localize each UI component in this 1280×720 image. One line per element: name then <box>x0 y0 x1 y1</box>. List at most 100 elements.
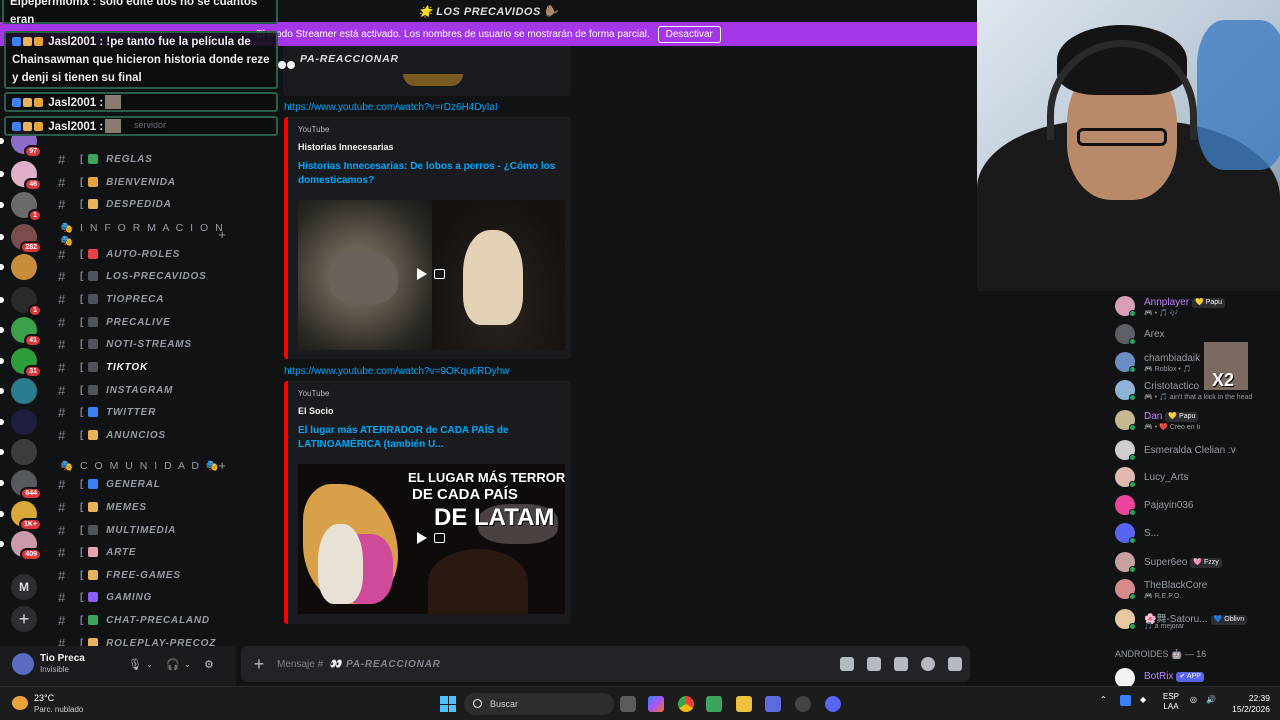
server-icon[interactable]: 1K+ <box>11 501 42 531</box>
member-item[interactable]: Lucy_Arts <box>1115 464 1280 490</box>
channel-item[interactable]: # [LOS-PRECAVIDOS <box>58 266 233 286</box>
obs-icon[interactable] <box>795 696 811 712</box>
defender-icon[interactable]: ◆ <box>1140 695 1146 704</box>
channel-item[interactable]: # [TWITTER <box>58 402 233 422</box>
member-item[interactable]: Esmeralda Clelian :v <box>1115 437 1280 463</box>
minecraft-icon[interactable] <box>706 696 722 712</box>
channel-label: REGLAS <box>106 153 153 165</box>
category-header[interactable]: 🎭 C O M U N I D A D 🎭 + <box>60 457 230 473</box>
add-attachment-button[interactable]: + <box>241 654 277 675</box>
server-icon[interactable]: M <box>11 574 37 600</box>
server-icon[interactable]: 46 <box>11 161 42 191</box>
user-name[interactable]: Tio Preca <box>40 653 85 664</box>
channel-item[interactable]: # [DESPEDIDA <box>58 194 233 214</box>
volume-icon[interactable]: 🔊 <box>1206 695 1216 704</box>
server-icon[interactable]: 1 <box>11 192 42 222</box>
channel-item[interactable]: # [TIOPRECA <box>58 289 233 309</box>
sticker-icon[interactable] <box>894 657 908 671</box>
tray-app-icon[interactable] <box>1120 695 1131 706</box>
channel-item[interactable]: # [ARTE <box>58 542 233 562</box>
member-item[interactable]: 🌸舞-Satoru... 💙 Oblivn 🎵 a mejorar <box>1115 606 1280 632</box>
unread-badge: 1K+ <box>18 518 42 531</box>
member-item[interactable]: Dan 💛 Papu 🎮 • ❤️ Creo en ti <box>1115 407 1280 433</box>
server-icon[interactable] <box>11 254 37 280</box>
channel-item[interactable]: # [FREE-GAMES <box>58 565 233 585</box>
search-box[interactable]: Buscar <box>464 693 614 715</box>
avatar[interactable] <box>12 653 34 675</box>
channel-item[interactable]: # [MEMES <box>58 497 233 517</box>
server-icon[interactable] <box>11 378 37 404</box>
server-icon[interactable]: 409 <box>11 531 42 561</box>
file-explorer-icon[interactable] <box>736 696 752 712</box>
add-channel-icon[interactable]: + <box>218 458 226 473</box>
gif-icon[interactable] <box>867 657 881 671</box>
channel-item[interactable]: # [GAMING <box>58 587 233 607</box>
server-icon[interactable]: 644 <box>11 470 42 500</box>
channel-item[interactable]: # [PRECALIVE <box>58 312 233 332</box>
member-item[interactable]: TheBlackCore 🎮 R.E.P.O. <box>1115 576 1280 602</box>
play-icon[interactable] <box>417 532 427 544</box>
member-item[interactable]: Pajayin036 <box>1115 492 1280 518</box>
hash-icon: # <box>58 268 67 284</box>
add-channel-icon[interactable]: + <box>218 227 226 242</box>
message-composer[interactable]: + Mensaje # 👀 PA-REACCIONAR <box>241 646 970 682</box>
task-view-icon[interactable] <box>620 696 636 712</box>
message-link[interactable]: https://www.youtube.com/watch?v=rDz6H4Dy… <box>284 102 498 113</box>
server-icon[interactable]: 282 <box>11 224 42 254</box>
play-icon[interactable] <box>417 268 427 280</box>
member-item[interactable]: Arex <box>1115 321 1280 347</box>
channel-item[interactable]: # [BIENVENIDA <box>58 172 233 192</box>
composer-placeholder: Mensaje # 👀 PA-REACCIONAR <box>277 659 441 670</box>
category-header[interactable]: 🎭 I N F O R M A C I O N 🎭 + <box>60 222 230 247</box>
chevron-up-icon[interactable]: ⌃ <box>1100 695 1107 704</box>
headphones-icon[interactable]: 🎧 <box>166 658 180 671</box>
server-icon[interactable]: 41 <box>11 317 42 347</box>
server-icon[interactable]: 31 <box>11 348 42 378</box>
embed-title[interactable]: El lugar más ATERRADOR de CADA PAÍS de L… <box>298 424 558 452</box>
server-icon[interactable] <box>11 409 37 435</box>
channel-item[interactable]: # [ROLEPLAY-PRECOZ <box>58 633 233 646</box>
message-link[interactable]: https://www.youtube.com/watch?v=9OKqu6RD… <box>284 366 509 377</box>
channel-item[interactable]: # [ANUNCIOS <box>58 425 233 445</box>
member-item[interactable]: S... <box>1115 520 1280 546</box>
windows-start-icon[interactable] <box>440 696 456 712</box>
channel-item[interactable]: # [INSTAGRAM <box>58 380 233 400</box>
channel-item[interactable]: # [AUTO-ROLES <box>58 244 233 264</box>
channel-item[interactable]: # [MULTIMEDIA <box>58 520 233 540</box>
microphone-icon[interactable]: 🎙 <box>128 658 142 671</box>
video-thumbnail[interactable] <box>298 200 565 350</box>
embed-author[interactable]: Historias Innecesarias <box>298 142 394 152</box>
chevron-down-icon[interactable]: ⌄ <box>184 660 196 672</box>
deactivate-button[interactable]: Desactivar <box>657 25 721 43</box>
copilot-icon[interactable] <box>648 696 664 712</box>
video-thumbnail[interactable]: EL LUGAR MÁS TERRORÍFICO DE CADA PAÍS DE… <box>298 464 565 614</box>
open-external-icon[interactable] <box>434 269 445 279</box>
server-icon[interactable] <box>11 439 37 465</box>
clock[interactable]: 22:39 15/2/2026 <box>1226 693 1270 715</box>
member-item[interactable]: Super6eo 🩷 Fzzy <box>1115 549 1280 575</box>
channel-item[interactable]: # [CHAT-PRECALAND <box>58 610 233 630</box>
chevron-down-icon[interactable]: ⌄ <box>146 660 158 672</box>
language-indicator[interactable]: ESP LAA <box>1160 692 1182 712</box>
channel-item[interactable]: # [TIKTOK <box>58 357 233 377</box>
server-icon[interactable]: 1 <box>11 287 42 317</box>
chrome-icon[interactable] <box>678 696 694 712</box>
embed-title[interactable]: Historias Innecesarias: De lobos a perro… <box>298 160 558 188</box>
member-item[interactable]: chambiadaik 🎮 Roblox • 🎵 <box>1115 349 1280 375</box>
channel-item[interactable]: # [GENERAL <box>58 474 233 494</box>
discord-icon[interactable] <box>825 696 841 712</box>
member-item[interactable]: Cristotactico 🎮 • 🎵 ain't that a kick in … <box>1115 377 1280 403</box>
gear-icon[interactable]: ⚙ <box>204 658 216 671</box>
embed-author[interactable]: El Socio <box>298 406 334 416</box>
gift-icon[interactable] <box>840 657 854 671</box>
open-external-icon[interactable] <box>434 533 445 543</box>
channel-item[interactable]: # [NOTI-STREAMS <box>58 334 233 354</box>
add-server-button[interactable]: + <box>11 606 37 632</box>
member-item[interactable]: Annplayer 💛 Papu 🎮 • 🎵 🎶 <box>1115 293 1280 319</box>
apps-icon[interactable] <box>948 657 962 671</box>
network-icon[interactable]: ◎ <box>1190 695 1197 704</box>
channel-item[interactable]: # [REGLAS <box>58 149 233 169</box>
thumbnail-text-line1: EL LUGAR MÁS TERRORÍFICO <box>408 470 565 485</box>
emoji-icon[interactable] <box>921 657 935 671</box>
store-icon[interactable] <box>765 696 781 712</box>
